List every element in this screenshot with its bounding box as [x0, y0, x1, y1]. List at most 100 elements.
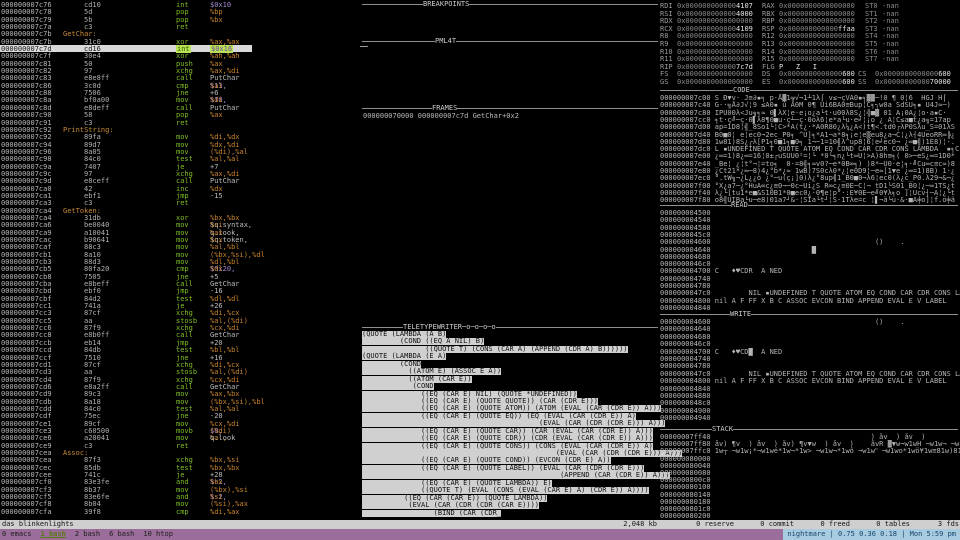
- register: ES 0x0000000000000600: [762, 78, 855, 86]
- tmux-host-load-clock: nightmare | 0.75 0.36 0.18 | Mon 5:59 pm: [783, 529, 960, 540]
- disasm-row: 000000007cc8 e8b0ff call GetChar: [0, 331, 360, 339]
- current-line-tick: [360, 46, 368, 47]
- disasm-row: 000000007cf0 83e3fe and $-2, %bx: [0, 478, 360, 486]
- disasm-row: 000000007cba e8beff call GetChar: [0, 280, 360, 288]
- disasm-row: 000000007c9a 7407 je +7: [0, 163, 360, 171]
- disasm-row: 000000007c7f 30e4 xor %ah,%ah: [0, 52, 360, 60]
- stack-section-header: STACK: [660, 426, 958, 433]
- stat-tables: 0 tables: [876, 520, 910, 528]
- teletype-cursor: _: [496, 508, 502, 517]
- disasm-row: 000000007c86 3c0d cmp $13, %al: [0, 82, 360, 90]
- disasm-row: 000000007c76 cd10 int $0x10: [0, 1, 360, 9]
- pml4t-section-header: PML4T: [362, 38, 658, 45]
- disasm-row: 000000007cd3 aa stosb %al,(%di): [0, 368, 360, 376]
- pml4t-title: PML4T: [435, 37, 457, 45]
- disasm-row: 000000007c78 5d pop %bp: [0, 8, 360, 16]
- disasm-row: 000000007cb3 88d3 mov %dl,%bl: [0, 258, 360, 266]
- register: GS 0x0000000000000000: [660, 78, 753, 86]
- disasm-row: 000000007cec 85db test %bx,%bx: [0, 464, 360, 472]
- disasm-row: 000000007caf 88c3 mov %al,%bl: [0, 243, 360, 251]
- tmux-window-6-bash[interactable]: 6 bash: [109, 530, 134, 538]
- teletype-line: (BIND (CAR (CDR_: [362, 508, 682, 517]
- memory-stats: 2,048 kb 0 reserve 0 commit 0 freed 0 tables…: [491, 520, 959, 529]
- frames-section-header: FRAMES: [362, 105, 658, 112]
- stack-row: 000000080200: [660, 512, 960, 520]
- register-value: -nan: [882, 55, 899, 64]
- operand-register: %di,%ax: [210, 507, 240, 516]
- read-title: READ: [731, 201, 748, 209]
- register-name: SS: [858, 78, 867, 86]
- register-name: GS: [660, 78, 669, 86]
- disasm-label-row: 000000007c92 PrintString:: [0, 126, 360, 134]
- frames-title: FRAMES: [432, 104, 458, 112]
- disasm-label-row: 000000007c7b GetChar:: [0, 30, 360, 38]
- disasm-row: 000000007c94 89d7 mov %dx,%di: [0, 141, 360, 149]
- disasm-row: 000000007c8a bf0a00 mov $10, %di: [0, 96, 360, 104]
- disasm-label-row: 000000007cea Assoc:: [0, 449, 360, 457]
- disasm-row: 000000007cd9 89c3 mov %ax,%bx: [0, 390, 360, 398]
- stack-title: STACK: [712, 425, 734, 433]
- instruction-bytes: 39f8: [84, 507, 101, 516]
- memory-address: 000000004940: [660, 414, 711, 423]
- teletypewriter-pane[interactable]: (QUOTE (LAMBDA (A B) (COND ((EQ A NIL) B…: [362, 331, 683, 517]
- disasm-row: 000000007cf3 8b37 mov (%bx),%si: [0, 486, 360, 494]
- disasm-row: 000000007cdd 84c0 test %al,%al: [0, 405, 360, 413]
- disasm-row: 000000007c7b 31c0 xor %ax,%ax: [0, 38, 360, 46]
- stat-kb: 2,048 kb: [623, 520, 657, 528]
- disasm-row: 000000007cee 741c je +28: [0, 471, 360, 479]
- disasm-row: 000000007ca1 ebf1 jmp -15: [0, 192, 360, 200]
- register-name: ES: [762, 78, 771, 86]
- disasm-row: 000000007c7d cd16 int $0x16: [0, 45, 252, 54]
- disasm-row: 000000007c8d e8deff call PutChar: [0, 104, 360, 112]
- tmux-window-2-bash[interactable]: 2 bash: [75, 530, 100, 538]
- instruction-address: 000000007cfa: [1, 507, 52, 516]
- app-title: das blinkenlights: [2, 520, 74, 528]
- disasm-row: 000000007c9c 97 xchg %ax,%di: [0, 170, 360, 178]
- disasm-row: 000000007cd4 87f9 xchg %cx,%di: [0, 376, 360, 384]
- instruction-mnemonic: cmp: [176, 507, 189, 516]
- tmux-window-10-htop[interactable]: 10 htop: [143, 530, 173, 538]
- tmux-window-list: 0 emacs 1 bash 2 bash 6 bash 10 htop: [2, 529, 182, 540]
- frame-entry[interactable]: 000000070000 000000007c7d GetChar+0x2: [363, 112, 519, 120]
- register: SS 0x0000000000070000: [858, 78, 951, 86]
- disasm-row: 000000007cea 87f3 xchg %bx,%si: [0, 456, 360, 464]
- disasm-label-row: 000000007ca4 GetToken:: [0, 207, 360, 215]
- memory-address: 000000080200: [660, 512, 711, 521]
- read-section-header: READ: [660, 202, 958, 209]
- disassembly-pane[interactable]: 000000007c76 cd10 int $0x10 000000007c78 5d po…: [0, 1, 360, 516]
- stat-reserve: 0 reserve: [696, 520, 734, 528]
- teletype-text: (BIND (CAR (CDR: [362, 508, 497, 517]
- disasm-row: 000000007cdb 8a18 mov (%bx,%si),%bl: [0, 398, 360, 406]
- disasm-row: 000000007c96 8a05 mov (%di),%al: [0, 148, 360, 156]
- tmux-window-0-emacs[interactable]: 0 emacs: [2, 530, 32, 538]
- status-bar: das blinkenlights 2,048 kb 0 reserve 0 com…: [0, 520, 960, 529]
- disasm-row: 000000007cc5 aa stosb %al,(%di): [0, 317, 360, 325]
- memory-content: [711, 512, 715, 520]
- disasm-row: 000000007c82 97 xchg %ax,%di: [0, 67, 360, 75]
- disasm-row: 000000007cc1 741a je +26: [0, 302, 360, 310]
- disasm-row: 000000007cf8 8b04 mov (%si),%ax: [0, 500, 360, 508]
- disasm-row: 000000007ccf 7510 jne +16: [0, 354, 360, 362]
- disasm-row: 000000007ce9 c3 ret: [0, 442, 360, 450]
- disasm-row: 000000007cb8 7505 jne +5: [0, 273, 360, 281]
- register-name: ST7: [865, 55, 878, 64]
- disasm-row: 000000007cb5 80fa20 cmp $0x20, %dl: [0, 265, 360, 273]
- register-value: 0x0000000000070000: [875, 78, 951, 86]
- code-title: CODE: [733, 86, 750, 94]
- disasm-row: 000000007ce3 c60500 movb $0, (%di): [0, 427, 360, 435]
- register-value: 0x0000000000000600: [779, 78, 855, 86]
- disasm-row: 000000007cdf 75ec jne -20: [0, 412, 360, 420]
- breakpoints-section-header: BREAKPOINTS: [362, 1, 658, 8]
- disasm-row: 000000007cf5 83e6fe and $-2, %si: [0, 493, 360, 501]
- disasm-row: 000000007cbd ebf0 jmp -16: [0, 287, 360, 295]
- disasm-row: 000000007ccb eb14 jmp +20: [0, 339, 360, 347]
- teletypewriter-knobs: ─o─o─o─o: [462, 323, 496, 331]
- memory-content: [711, 414, 715, 422]
- tmux-window-1-bash[interactable]: 1 bash: [41, 530, 66, 538]
- disasm-row: 000000007ca0 42 inc %dx: [0, 185, 360, 193]
- disasm-row: 000000007cfa 39f8 cmp %di,%ax: [0, 507, 360, 516]
- disasm-row: 000000007c81 50 push %ax: [0, 60, 360, 68]
- disasm-row: 000000007c79 5b pop %bx: [0, 16, 360, 24]
- disasm-row: 000000007c98 84c0 test %al,%al: [0, 155, 360, 163]
- disasm-row: 000000007cd1 87cf xchg %di,%cx: [0, 361, 360, 369]
